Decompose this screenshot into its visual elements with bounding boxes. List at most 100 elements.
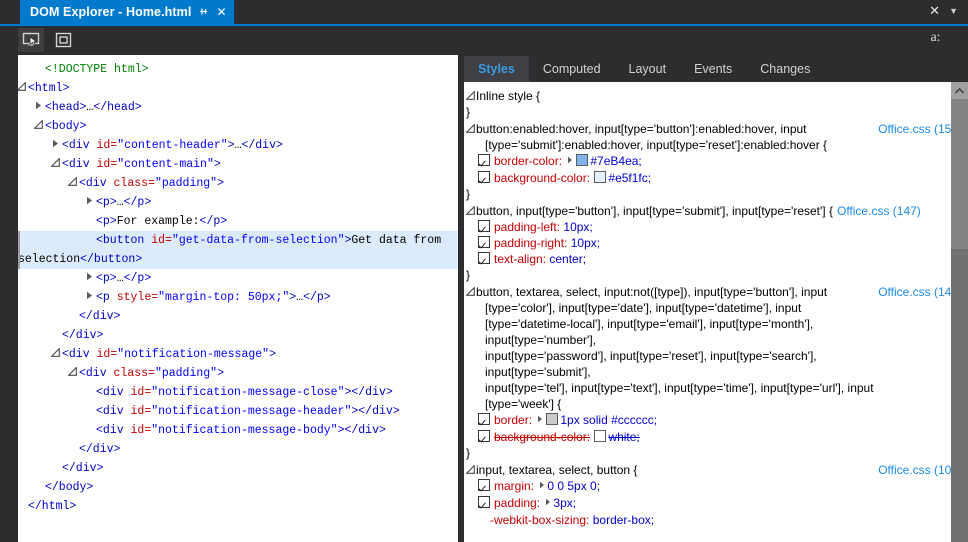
declaration-value[interactable]: white; xyxy=(608,430,639,444)
dom-node[interactable]: <p>…</p> xyxy=(18,193,458,212)
dom-node[interactable]: <div class="padding"> xyxy=(18,174,458,193)
collapse-triangle-icon[interactable] xyxy=(465,284,475,300)
dom-node[interactable]: <div id="notification-message-header"></… xyxy=(18,402,458,421)
dom-node[interactable]: <head>…</head> xyxy=(18,98,458,117)
style-filter-button[interactable]: a: xyxy=(922,26,949,50)
dom-node[interactable]: </body> xyxy=(18,478,458,497)
style-declaration[interactable]: -webkit-box-sizing: border-box; xyxy=(466,512,968,528)
collapse-triangle-icon[interactable] xyxy=(465,121,475,137)
declaration-checkbox[interactable] xyxy=(478,413,490,425)
collapse-triangle-icon[interactable] xyxy=(465,88,475,104)
tab-layout[interactable]: Layout xyxy=(615,56,681,82)
expand-value-triangle-icon[interactable] xyxy=(567,156,573,166)
scrollbar-thumb[interactable] xyxy=(951,99,968,249)
declaration-checkbox[interactable] xyxy=(478,236,490,248)
style-declaration[interactable]: padding: 3px; xyxy=(466,495,968,512)
rule-source-link[interactable]: Office.css (147) xyxy=(837,204,921,218)
dom-node[interactable]: </html> xyxy=(18,497,458,516)
dom-tree[interactable]: <!DOCTYPE html> <html> <head>…</head> <body… xyxy=(18,55,458,516)
dom-node[interactable]: <p>For example:</p> xyxy=(18,212,458,231)
dom-node[interactable]: </div> xyxy=(18,459,458,478)
declaration-checkbox[interactable] xyxy=(478,430,490,442)
declaration-value[interactable]: #e5f1fc; xyxy=(608,171,651,185)
dom-node[interactable]: <div id="notification-message-body"></di… xyxy=(18,421,458,440)
rule-source-link[interactable]: Office.css (156) xyxy=(878,121,962,137)
declaration-value[interactable]: 10px; xyxy=(571,236,600,250)
dom-node[interactable]: <button id="get-data-from-selection">Get… xyxy=(18,231,458,269)
tab-styles[interactable]: Styles xyxy=(464,56,529,82)
declaration-value[interactable]: #7eB4ea; xyxy=(590,154,641,168)
declaration-checkbox[interactable] xyxy=(478,496,490,508)
declaration-value[interactable]: border-box; xyxy=(593,513,654,527)
collapse-triangle-icon[interactable] xyxy=(465,462,475,478)
style-declaration[interactable]: padding-right: 10px; xyxy=(466,235,968,251)
tab-close-icon[interactable]: ✕ xyxy=(216,6,226,18)
dom-node[interactable]: <div id="content-header">…</div> xyxy=(18,136,458,155)
declaration-property[interactable]: padding: xyxy=(494,496,540,510)
expand-value-triangle-icon[interactable] xyxy=(539,481,545,491)
declaration-property[interactable]: margin: xyxy=(494,479,534,493)
style-declaration[interactable]: background-color: white; xyxy=(466,429,968,445)
dom-node[interactable]: <body> xyxy=(18,117,458,136)
dom-node[interactable]: <div id="notification-message"> xyxy=(18,345,458,364)
dom-node[interactable]: <div class="padding"> xyxy=(18,364,458,383)
dom-node[interactable]: <p>…</p> xyxy=(18,269,458,288)
select-element-icon[interactable] xyxy=(18,28,44,52)
expand-triangle-icon[interactable] xyxy=(83,193,95,212)
window-chevron-down-icon[interactable]: ▼ xyxy=(949,4,958,18)
declaration-checkbox[interactable] xyxy=(478,220,490,232)
tab-changes[interactable]: Changes xyxy=(746,56,824,82)
style-declaration[interactable]: background-color: #e5f1fc; xyxy=(466,170,968,186)
styles-scrollbar[interactable] xyxy=(951,82,968,542)
declaration-checkbox[interactable] xyxy=(478,479,490,491)
declaration-value[interactable]: 10px; xyxy=(563,220,592,234)
dom-node[interactable]: <div id="notification-message-close"></d… xyxy=(18,383,458,402)
style-declaration[interactable]: border-color: #7eB4ea; xyxy=(466,153,968,170)
style-declaration[interactable]: text-align: center; xyxy=(466,251,968,267)
document-tab[interactable]: DOM Explorer - Home.html ✕ xyxy=(20,0,234,24)
rule-source-link[interactable]: Office.css (106) xyxy=(878,462,962,478)
color-swatch[interactable] xyxy=(594,430,607,442)
window-close-icon[interactable]: ✕ xyxy=(929,4,940,18)
expand-triangle-icon[interactable] xyxy=(83,288,95,307)
declaration-checkbox[interactable] xyxy=(478,171,490,183)
declaration-property[interactable]: padding-left: xyxy=(494,220,560,234)
declaration-value[interactable]: 1px solid #cccccc; xyxy=(560,413,657,427)
collapse-triangle-icon[interactable] xyxy=(465,203,475,219)
dom-node[interactable]: </div> xyxy=(18,440,458,459)
expand-value-triangle-icon[interactable] xyxy=(545,498,551,508)
style-declaration[interactable]: border: 1px solid #cccccc; xyxy=(466,412,968,429)
declaration-checkbox[interactable] xyxy=(478,252,490,264)
color-swatch[interactable] xyxy=(546,413,559,425)
dom-node[interactable]: <!DOCTYPE html> xyxy=(18,60,458,79)
styles-tab-strip[interactable]: Styles Computed Layout Events Changes xyxy=(464,56,968,82)
declaration-checkbox[interactable] xyxy=(478,154,490,166)
dom-node[interactable]: <div id="content-main"> xyxy=(18,155,458,174)
dom-node[interactable]: </div> xyxy=(18,326,458,345)
declaration-property[interactable]: background-color: xyxy=(494,171,590,185)
collapse-triangle-icon[interactable] xyxy=(18,79,27,98)
declaration-property[interactable]: text-align: xyxy=(494,252,546,266)
declaration-property[interactable]: border-color: xyxy=(494,154,562,168)
expand-triangle-icon[interactable] xyxy=(32,98,44,117)
expand-triangle-icon[interactable] xyxy=(49,136,61,155)
pin-icon[interactable] xyxy=(198,6,209,19)
dom-node[interactable]: <p style="margin-top: 50px;">…</p> xyxy=(18,288,458,307)
collapse-triangle-icon[interactable] xyxy=(66,364,78,383)
declaration-value[interactable]: 0 0 5px 0; xyxy=(547,479,600,493)
dom-node[interactable]: <html> xyxy=(18,79,458,98)
expand-triangle-icon[interactable] xyxy=(83,269,95,288)
style-declaration[interactable]: margin: 0 0 5px 0; xyxy=(466,478,968,495)
tab-events[interactable]: Events xyxy=(680,56,746,82)
declaration-value[interactable]: 3px; xyxy=(553,496,576,510)
tab-computed[interactable]: Computed xyxy=(529,56,615,82)
declaration-property[interactable]: border: xyxy=(494,413,532,427)
declaration-property[interactable]: background-color: xyxy=(494,430,590,444)
collapse-triangle-icon[interactable] xyxy=(49,155,61,174)
color-swatch[interactable] xyxy=(594,171,607,183)
style-declaration[interactable]: padding-left: 10px; xyxy=(466,219,968,235)
collapse-triangle-icon[interactable] xyxy=(66,174,78,193)
rule-source-link[interactable]: Office.css (141) xyxy=(878,284,962,300)
color-swatch[interactable] xyxy=(576,154,589,166)
declaration-value[interactable]: center; xyxy=(549,252,586,266)
